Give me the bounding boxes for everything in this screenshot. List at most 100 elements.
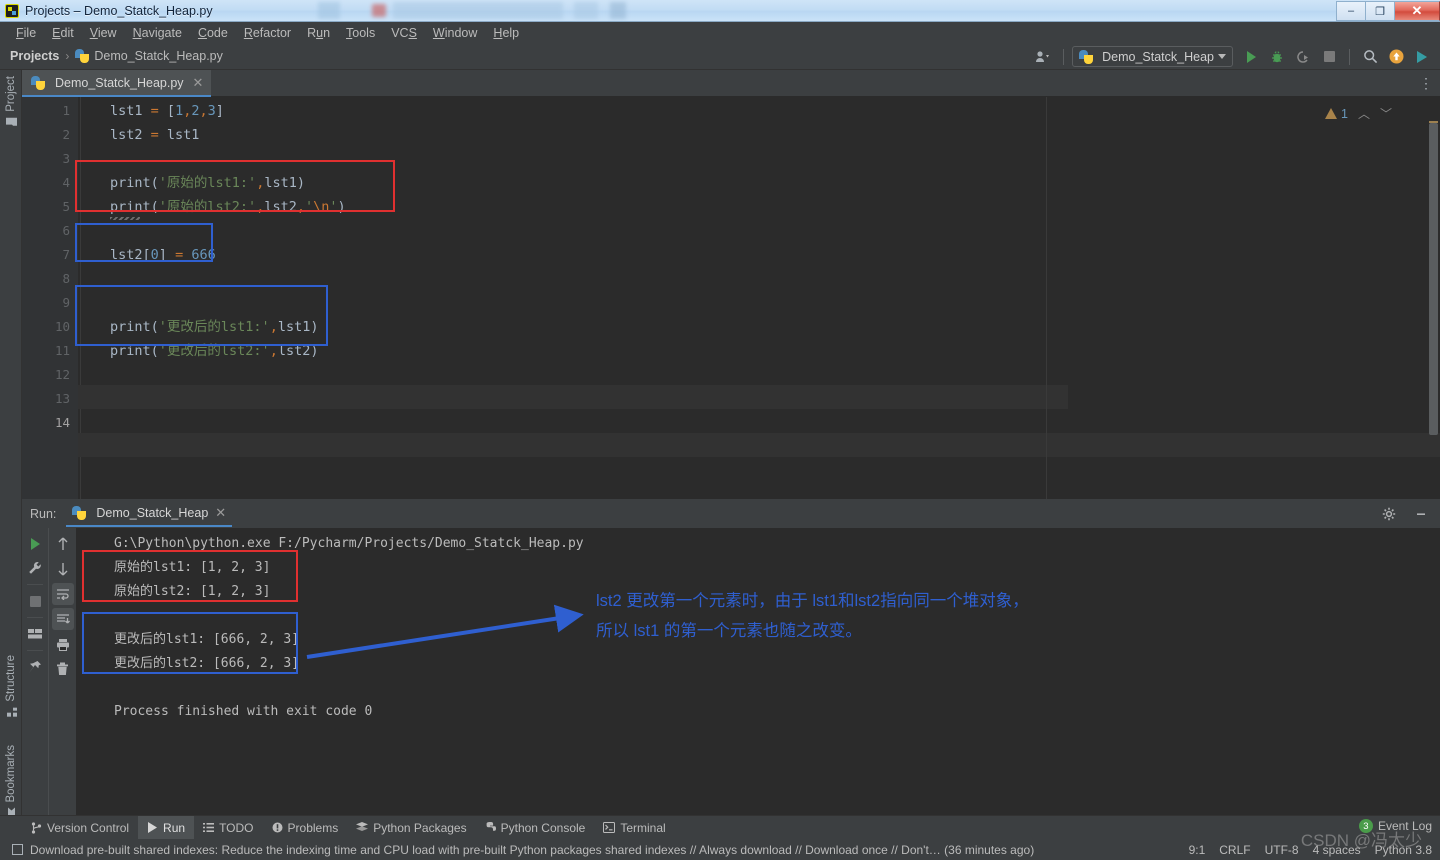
rerun-icon[interactable] bbox=[24, 533, 46, 555]
code-token: ) bbox=[310, 319, 319, 335]
structure-icon bbox=[6, 707, 17, 718]
arrow-up-icon[interactable] bbox=[52, 533, 74, 555]
menu-item-help[interactable]: Help bbox=[485, 24, 527, 42]
editor-gutter[interactable]: 1 2 3 4 5 6 7 8 9 10 11 12 13 14 bbox=[22, 97, 78, 499]
tool-window-button-python-console[interactable]: Python Console bbox=[476, 816, 595, 840]
code-token: ' bbox=[304, 199, 314, 215]
scroll-to-end-icon[interactable] bbox=[51, 608, 74, 630]
code-token: = bbox=[175, 247, 184, 263]
code-token: '更改后的lst1:' bbox=[158, 319, 270, 335]
status-message[interactable]: Download pre-built shared indexes: Reduc… bbox=[30, 843, 1034, 857]
run-gradle-icon[interactable] bbox=[1410, 46, 1434, 68]
wrench-icon[interactable] bbox=[24, 557, 46, 579]
run-icon[interactable] bbox=[1239, 46, 1263, 68]
current-line-highlight bbox=[78, 385, 1068, 409]
branch-icon bbox=[31, 821, 42, 834]
info-box-icon bbox=[12, 844, 23, 855]
tool-window-button-problems[interactable]: Problems bbox=[263, 816, 348, 840]
code-line-2[interactable]: lst2 = lst1 bbox=[110, 123, 199, 147]
code-token: lst2 bbox=[110, 247, 143, 263]
code-token: , bbox=[269, 319, 278, 335]
sidebar-item-project[interactable]: Project bbox=[0, 76, 22, 128]
tool-window-button-terminal[interactable]: Terminal bbox=[594, 816, 674, 840]
code-line-1[interactable]: lst1 = [1,2,3] bbox=[110, 99, 224, 123]
menu-item-file[interactable]: File bbox=[8, 24, 44, 42]
folder-icon bbox=[6, 117, 17, 128]
caret-position[interactable]: 9:1 bbox=[1189, 843, 1206, 857]
python-icon bbox=[1079, 49, 1094, 64]
run-coverage-icon[interactable] bbox=[1291, 46, 1315, 68]
run-tool-window: Run: Demo_Statck_Heap ✕ G:\Python\python… bbox=[22, 499, 1440, 815]
code-line-4[interactable]: print('原始的lst1:',lst1) bbox=[110, 171, 305, 195]
editor-tab-demo-statck-heap[interactable]: Demo_Statck_Heap.py ✕ bbox=[22, 70, 212, 97]
menu-item-run[interactable]: Run bbox=[299, 24, 338, 42]
run-console-output[interactable]: G:\Python\python.exe F:/Pycharm/Projects… bbox=[76, 528, 1440, 815]
code-line-7[interactable]: lst2[0] = 666 bbox=[110, 243, 216, 267]
warning-triangle-icon bbox=[1325, 108, 1338, 119]
editor-tab-options-icon[interactable]: ⋮ bbox=[1419, 75, 1434, 92]
minimize-icon[interactable] bbox=[1410, 503, 1432, 525]
code-token: ' bbox=[329, 199, 338, 215]
editor-scrollbar[interactable] bbox=[1429, 123, 1438, 435]
menu-item-edit[interactable]: Edit bbox=[44, 24, 82, 42]
arrow-down-icon[interactable] bbox=[52, 558, 74, 580]
breadcrumb-separator-icon: › bbox=[65, 49, 70, 63]
stop-icon[interactable] bbox=[24, 590, 46, 612]
restore-button[interactable]: ❐ bbox=[1365, 1, 1394, 21]
menu-item-refactor[interactable]: Refactor bbox=[236, 24, 299, 42]
debug-icon[interactable] bbox=[1265, 46, 1289, 68]
menu-item-navigate[interactable]: Navigate bbox=[125, 24, 190, 42]
run-configuration-selector[interactable]: Demo_Statck_Heap bbox=[1072, 46, 1233, 67]
run-actions-toolbar-secondary bbox=[48, 528, 76, 815]
editor-tab-strip: Demo_Statck_Heap.py ✕ ⋮ bbox=[22, 70, 1440, 97]
tool-window-button-todo[interactable]: TODO bbox=[194, 816, 262, 840]
run-tab-demo-statck-heap[interactable]: Demo_Statck_Heap ✕ bbox=[66, 500, 233, 527]
minimize-button[interactable]: – bbox=[1336, 1, 1365, 21]
tool-window-button-version-control[interactable]: Version Control bbox=[22, 816, 138, 840]
menu-item-window[interactable]: Window bbox=[425, 24, 485, 42]
code-token: ( bbox=[150, 199, 159, 215]
main-toolbar: Demo_Statck_Heap bbox=[1031, 43, 1434, 70]
menu-item-code[interactable]: Code bbox=[190, 24, 236, 42]
close-button[interactable]: ✕ bbox=[1394, 1, 1440, 21]
user-account-icon[interactable] bbox=[1031, 46, 1055, 68]
tool-window-button-python-packages[interactable]: Python Packages bbox=[347, 816, 475, 840]
print-icon[interactable] bbox=[52, 633, 74, 655]
code-token: ( bbox=[150, 343, 159, 359]
close-icon[interactable]: ✕ bbox=[193, 75, 204, 91]
code-token: lst1 bbox=[277, 319, 311, 335]
inspection-status-widget[interactable]: 1 ︿ ﹀ bbox=[1325, 105, 1392, 122]
chevron-up-icon[interactable]: ︿ bbox=[1358, 105, 1370, 122]
code-line-10[interactable]: print('更改后的lst1:',lst1) bbox=[110, 315, 318, 339]
tool-window-button-run[interactable]: Run bbox=[138, 815, 195, 840]
sidebar-item-structure[interactable]: Structure bbox=[0, 655, 22, 718]
chevron-down-icon[interactable]: ﹀ bbox=[1380, 105, 1392, 122]
update-icon[interactable] bbox=[1384, 46, 1408, 68]
code-token: 1 bbox=[175, 103, 184, 119]
layout-icon[interactable] bbox=[24, 623, 46, 645]
search-icon[interactable] bbox=[1358, 46, 1382, 68]
code-line-5[interactable]: print('原始的lst2:',lst2,'\n') bbox=[110, 195, 346, 219]
settings-gear-icon[interactable] bbox=[1378, 503, 1400, 525]
breadcrumb-projects[interactable]: Projects bbox=[10, 49, 59, 63]
pin-icon[interactable] bbox=[24, 656, 46, 678]
background-window-blur bbox=[610, 2, 626, 19]
packages-icon bbox=[356, 822, 369, 833]
soft-wrap-icon[interactable] bbox=[51, 583, 74, 605]
file-encoding[interactable]: UTF-8 bbox=[1265, 843, 1299, 857]
line-separator[interactable]: CRLF bbox=[1219, 843, 1250, 857]
menu-item-vcs[interactable]: VCS bbox=[383, 24, 425, 42]
menu-item-view[interactable]: View bbox=[82, 24, 125, 42]
code-editor[interactable]: 1 2 3 4 5 6 7 8 9 10 11 12 13 14 lst1 = [1,2,3] lst2 =… bbox=[22, 97, 1440, 499]
stop-icon[interactable] bbox=[1317, 46, 1341, 68]
close-icon[interactable]: ✕ bbox=[215, 505, 226, 521]
sidebar-item-bookmarks[interactable]: Bookmarks bbox=[0, 745, 22, 819]
code-token: ) bbox=[337, 199, 346, 215]
code-token: ) bbox=[310, 343, 319, 359]
code-token: = bbox=[150, 127, 159, 143]
terminal-icon bbox=[603, 822, 616, 833]
trash-icon[interactable] bbox=[52, 658, 74, 680]
menu-item-tools[interactable]: Tools bbox=[338, 24, 383, 42]
code-line-11[interactable]: print('更改后的lst2:',lst2) bbox=[110, 339, 318, 363]
breadcrumb-file[interactable]: Demo_Statck_Heap.py bbox=[94, 49, 223, 63]
